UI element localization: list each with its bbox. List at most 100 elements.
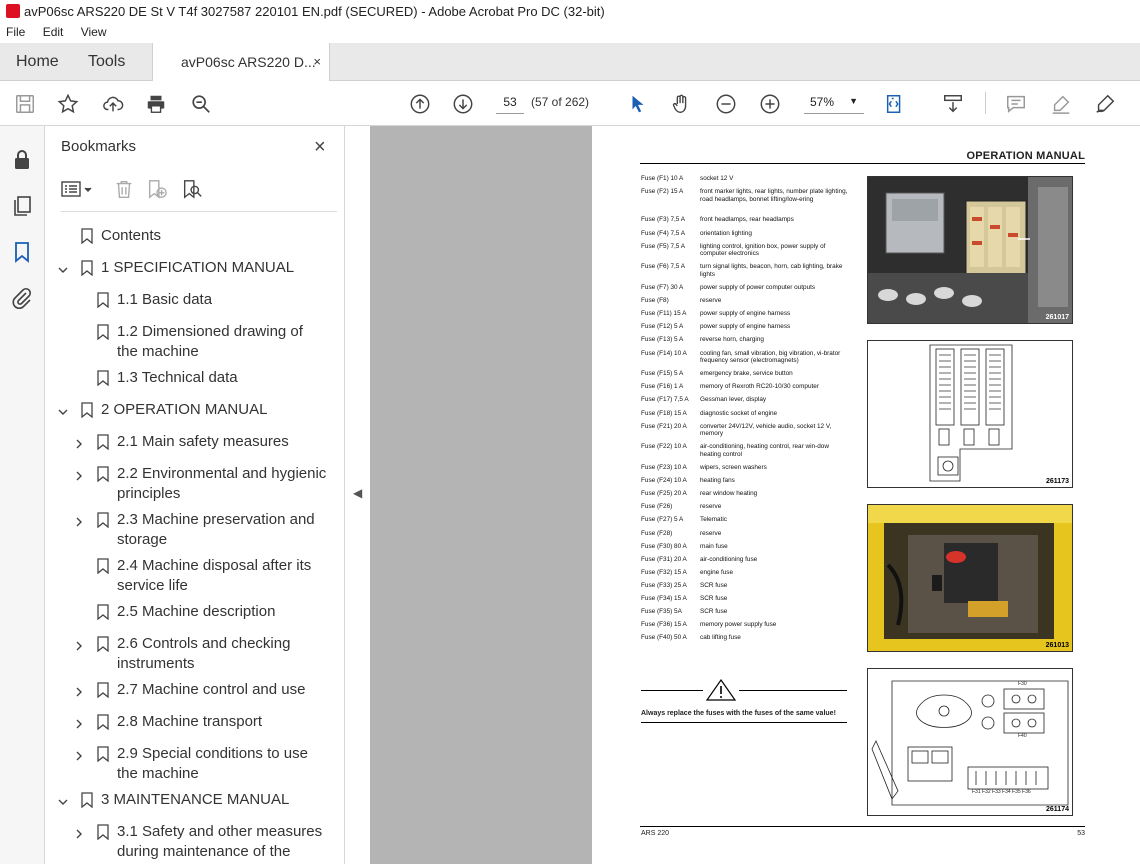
chevron-right-icon[interactable] <box>73 716 85 729</box>
bookmark-label: 2.5 Machine description <box>117 603 276 620</box>
fuse-id: Fuse (F1) 10 A <box>641 175 684 182</box>
bookmark-options-icon[interactable] <box>61 176 95 202</box>
bookmark-item[interactable]: 2.4 Machine disposal after its service li… <box>73 556 327 596</box>
chevron-right-icon[interactable] <box>73 436 85 449</box>
bookmark-icon <box>97 466 109 483</box>
tab-bar: Home Tools avP06sc ARS220 D... × <box>0 43 1140 82</box>
bookmark-item[interactable]: Contents <box>57 226 327 246</box>
bookmark-item[interactable]: 2.9 Special conditions to use the machine <box>73 744 327 784</box>
fuse-description: rear window heating <box>700 490 758 498</box>
fuse-id: Fuse (F36) 15 A <box>641 621 687 629</box>
zoom-in-icon[interactable] <box>757 91 783 117</box>
page-header-title: OPERATION MANUAL <box>966 150 1085 162</box>
chevron-right-icon[interactable] <box>73 468 85 481</box>
bookmark-item[interactable]: 1 SPECIFICATION MANUAL <box>57 258 327 278</box>
attachment-icon[interactable] <box>10 286 34 310</box>
bookmark-item[interactable]: 2.6 Controls and checking instruments <box>73 634 327 674</box>
new-bookmark-icon[interactable] <box>145 176 169 202</box>
left-navigation-rail <box>0 126 45 864</box>
highlight-pen-icon[interactable] <box>1048 91 1074 117</box>
comment-icon[interactable] <box>1003 91 1029 117</box>
bookmark-icon <box>97 434 109 451</box>
star-icon[interactable] <box>55 91 81 117</box>
fit-page-icon[interactable] <box>882 91 908 117</box>
fuse-row: Fuse (F30) 80 A main fuse <box>641 543 851 551</box>
bookmark-icon <box>81 260 93 277</box>
bookmark-item[interactable]: 2.2 Environmental and hygienic principles <box>73 464 327 504</box>
bookmark-item[interactable]: 2 OPERATION MANUAL <box>57 400 327 420</box>
sign-pen-icon[interactable] <box>1092 91 1118 117</box>
fuse-description: wipers, screen washers <box>700 464 767 471</box>
hand-tool-icon[interactable] <box>668 91 694 117</box>
bookmark-item[interactable]: 3 MAINTENANCE MANUAL <box>57 790 327 810</box>
tab-close-icon[interactable]: × <box>313 54 321 69</box>
chevron-down-icon[interactable] <box>57 262 69 274</box>
print-icon[interactable] <box>143 91 169 117</box>
chevron-right-icon[interactable] <box>73 638 85 651</box>
menu-file[interactable]: File <box>6 25 25 39</box>
bookmark-item[interactable]: 1.1 Basic data <box>73 290 327 310</box>
tab-tools[interactable]: Tools <box>88 43 125 81</box>
fuse-description: Gessman lever, display <box>700 396 767 404</box>
chevron-right-icon[interactable] <box>73 826 85 839</box>
bookmark-label-continued: storage <box>117 531 168 548</box>
tab-home[interactable]: Home <box>16 43 59 81</box>
bookmark-label: 2 OPERATION MANUAL <box>101 401 268 418</box>
bookmark-icon <box>97 746 109 763</box>
bookmark-panel-icon[interactable] <box>10 240 34 264</box>
fuse-id: Fuse (F14) 10 A <box>641 349 687 357</box>
panel-collapse-strip[interactable]: ◀ <box>345 126 370 864</box>
bookmark-item[interactable]: 2.8 Machine transport <box>73 712 327 732</box>
bookmark-item[interactable]: 1.3 Technical data <box>73 368 327 388</box>
bookmark-item[interactable]: 1.2 Dimensioned drawing of the machine <box>73 322 327 362</box>
chevron-right-icon[interactable] <box>73 514 85 527</box>
bookmark-item[interactable]: 3.1 Safety and other measures during main… <box>73 822 327 862</box>
lock-icon[interactable] <box>10 148 34 172</box>
bookmark-icon <box>81 402 93 419</box>
close-panel-icon[interactable]: × <box>314 136 326 159</box>
cloud-upload-icon[interactable] <box>100 91 126 117</box>
bookmark-item[interactable]: 2.7 Machine control and use <box>73 680 327 700</box>
chevron-down-icon[interactable] <box>57 404 69 416</box>
zoom-level-select[interactable]: 57% ▼ <box>804 90 864 114</box>
fuse-id: Fuse (F27) 5 A <box>641 516 684 524</box>
tab-document[interactable]: avP06sc ARS220 D... × <box>152 43 330 82</box>
bookmark-item[interactable]: 2.1 Main safety measures <box>73 432 327 452</box>
fuse-id: Fuse (F16) 1 A <box>641 383 684 391</box>
previous-page-icon[interactable] <box>407 91 433 117</box>
fuse-id: Fuse (F17) 7,5 A <box>641 396 689 404</box>
fuse-id: Fuse (F5) 7,5 A <box>641 242 686 250</box>
menu-view[interactable]: View <box>81 25 107 39</box>
zoom-out-icon[interactable] <box>713 91 739 117</box>
delete-bookmark-icon[interactable] <box>113 176 135 202</box>
fuse-description: SCR fuse <box>700 581 728 589</box>
fuse-row: Fuse (F22) 10 A air-conditioning, heating… <box>641 443 851 458</box>
collapse-panel-icon[interactable]: ◀ <box>353 486 362 500</box>
fuse-description: converter 24V/12V, vehicle audio, socket… <box>700 422 832 438</box>
fuse-description: front headlamps, rear headlamps <box>700 216 794 224</box>
bookmark-icon <box>97 324 109 341</box>
chevron-right-icon[interactable] <box>73 684 85 697</box>
menu-edit[interactable]: Edit <box>43 25 64 39</box>
scrolling-mode-icon[interactable] <box>940 91 966 117</box>
fuse-id: Fuse (F4) 7,5 A <box>641 229 686 237</box>
fuse-description: emergency brake, service button <box>700 370 793 378</box>
bookmark-item[interactable]: 2.3 Machine preservation and storage <box>73 510 327 550</box>
fuse-row: Fuse (F28) reserve <box>641 530 851 538</box>
select-cursor-icon[interactable] <box>625 91 651 117</box>
page-number-input[interactable]: 53 <box>496 90 524 114</box>
fuse-id: Fuse (F8) <box>641 297 669 305</box>
document-viewer[interactable]: OPERATION MANUAL Fuse (F1) 10 A socket 12… <box>370 126 1140 864</box>
save-icon[interactable] <box>12 91 38 117</box>
chevron-right-icon[interactable] <box>73 748 85 761</box>
next-page-icon[interactable] <box>450 91 476 117</box>
chevron-down-icon[interactable] <box>57 794 69 806</box>
figure-fuse-panel-drawing: 261173 <box>867 340 1073 488</box>
fuse-row: Fuse (F7) 30 A power supply of power comp… <box>641 284 851 292</box>
pages-thumbnail-icon[interactable] <box>10 194 34 218</box>
zoom-search-icon[interactable] <box>188 91 214 117</box>
fuse-id: Fuse (F11) 15 A <box>641 310 687 318</box>
figure-fuse-box-photo: 261017 <box>867 176 1073 324</box>
bookmark-item[interactable]: 2.5 Machine description <box>73 602 327 622</box>
find-bookmark-icon[interactable] <box>181 176 203 202</box>
